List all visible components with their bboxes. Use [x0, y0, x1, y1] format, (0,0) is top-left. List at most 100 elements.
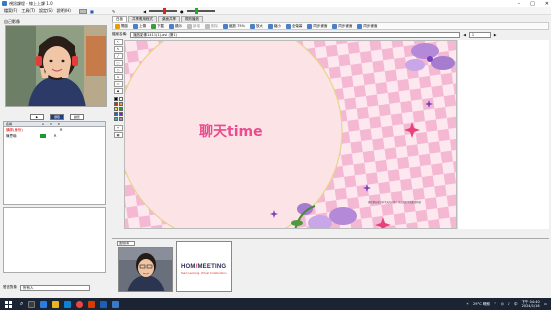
- thumbnail-slide[interactable]: HOM/MEETING Team Learning, Virtual Colla…: [176, 241, 232, 292]
- color-swatch-gray[interactable]: [118, 117, 123, 121]
- doc-label: 檔案名稱:: [112, 32, 128, 36]
- text-tool-icon[interactable]: A: [113, 74, 123, 80]
- prev-page-icon[interactable]: ◀: [463, 33, 466, 37]
- chat-log[interactable]: [3, 207, 106, 273]
- slider-knob[interactable]: [194, 8, 198, 14]
- network-icon[interactable]: ⌬: [501, 302, 504, 306]
- slider-knob[interactable]: [163, 8, 167, 14]
- fullscreen-button[interactable]: 全螢幕: [285, 23, 302, 29]
- upload-label: 上傳: [139, 23, 146, 28]
- mic-icon: ●: [180, 8, 184, 14]
- record-button[interactable]: [79, 8, 87, 14]
- col-video[interactable]: V: [48, 122, 56, 126]
- sync2-icon: [332, 23, 338, 29]
- mic-volume-slider[interactable]: [186, 8, 215, 14]
- new-page-icon: [187, 23, 192, 29]
- next-page-icon[interactable]: ▶: [494, 33, 497, 37]
- chevron-up-icon[interactable]: ⌃: [494, 302, 497, 306]
- meeting-app-icon[interactable]: [112, 300, 120, 308]
- zoom-out-button[interactable]: 縮小: [267, 23, 281, 29]
- zoom-button[interactable]: 縮放 75%: [223, 23, 245, 29]
- sync-button[interactable]: 同步畫面: [307, 23, 327, 29]
- menu-tools[interactable]: 工具(T): [21, 8, 35, 14]
- slide-title: 聊天time: [199, 124, 263, 140]
- whiteboard-canvas[interactable]: 聊天time 請在聊天室分享今天的心情！可以用文字或表情符號: [124, 40, 457, 229]
- thumbnail-video[interactable]: [118, 247, 173, 292]
- search-icon[interactable]: ⌕: [20, 300, 23, 308]
- color-swatch-cyan[interactable]: [113, 117, 118, 121]
- file-explorer-icon[interactable]: [52, 300, 60, 308]
- user-row[interactable]: 陳思瑜 R: [4, 133, 105, 139]
- taskbar: ⌕ ☀ 29°C 晴朗 ⌃ ⌬ ♪ 中 下午 04:40 2024/1/16 ▭: [0, 298, 551, 310]
- weather-text[interactable]: 29°C 晴朗: [473, 302, 490, 307]
- color-swatch-white[interactable]: [118, 97, 123, 101]
- pen-tool[interactable]: ✎: [112, 8, 115, 14]
- start-icon[interactable]: [5, 300, 12, 308]
- notification-icon[interactable]: ▭: [544, 302, 547, 306]
- open-button[interactable]: 開啟: [115, 23, 128, 29]
- select-tool-icon[interactable]: ↖: [113, 39, 123, 45]
- chrome-icon[interactable]: [76, 300, 84, 308]
- window-controls: – □ ✕: [518, 0, 549, 7]
- word-icon[interactable]: [100, 300, 108, 308]
- display-button[interactable]: 顯示: [169, 23, 182, 29]
- input-language[interactable]: 中: [514, 302, 518, 307]
- eraser-tool-icon[interactable]: ▭: [113, 81, 123, 87]
- sync-button-2[interactable]: 同步畫面: [332, 23, 352, 29]
- minimize-button[interactable]: –: [518, 1, 521, 7]
- line-width-icon[interactable]: ━: [113, 125, 123, 131]
- color-swatch-yellow[interactable]: [113, 107, 118, 111]
- clock[interactable]: 下午 04:40 2024/1/16: [521, 300, 539, 308]
- user-name: 陳思瑜: [6, 133, 17, 138]
- record-video-button[interactable]: 錄影: [70, 114, 84, 120]
- color-swatch-orange[interactable]: [118, 102, 123, 106]
- col-permission[interactable]: P: [56, 122, 64, 126]
- pen-icon: ✎: [112, 8, 116, 14]
- page-number-input[interactable]: 1: [468, 31, 491, 38]
- menu-help[interactable]: 說明(H): [57, 8, 71, 14]
- zoom-in-label: 放大: [255, 23, 263, 28]
- speaker-volume-slider[interactable]: [149, 8, 178, 14]
- left-panel: 自己影像 ▶ 擷取 錄影 名稱 A V P 講師(身份) R 陳思瑜 R 發言對…: [2, 16, 109, 298]
- chat-target-select[interactable]: 所有人: [20, 284, 90, 291]
- zoom-icon: [223, 23, 228, 29]
- audio-status: [40, 134, 46, 138]
- sync-button-3[interactable]: 同步畫面: [357, 23, 377, 29]
- col-name[interactable]: 名稱: [4, 122, 40, 126]
- pen-tool-icon[interactable]: ✎: [113, 46, 123, 52]
- sync-icon: [307, 23, 313, 29]
- slide-caption: 請在聊天室分享今天的心情！可以用文字或表情符號: [368, 201, 421, 204]
- snapshot-button[interactable]: 擷取: [50, 114, 64, 120]
- upload-icon: [133, 23, 138, 29]
- document-select[interactable]: 播放影像1411(1).avi (第1): [130, 31, 461, 38]
- line-tool-icon[interactable]: ╱: [113, 53, 123, 59]
- menu-settings[interactable]: 設定(S): [39, 8, 53, 14]
- color-swatch-black[interactable]: [113, 97, 118, 101]
- edge-icon[interactable]: [40, 300, 48, 308]
- delete-button[interactable]: 刪除: [205, 23, 218, 29]
- menu-file[interactable]: 檔案(F): [4, 8, 17, 14]
- store-icon[interactable]: [64, 300, 72, 308]
- zoom-in-button[interactable]: 放大: [249, 23, 263, 29]
- thumbnail-select[interactable]: 講師影像: [117, 241, 135, 246]
- color-swatch-red[interactable]: [113, 102, 118, 106]
- color-swatch-purple[interactable]: [118, 112, 123, 116]
- maximize-button[interactable]: □: [530, 1, 535, 7]
- task-view-icon[interactable]: [28, 300, 36, 308]
- system-tray: ☀ 29°C 晴朗 ⌃ ⌬ ♪ 中 下午 04:40 2024/1/16 ▭: [466, 298, 547, 310]
- powerpoint-icon[interactable]: [88, 300, 96, 308]
- new-page-button[interactable]: 新增: [187, 23, 200, 29]
- volume-icon[interactable]: ♪: [508, 302, 510, 306]
- ellipse-tool-icon[interactable]: ○: [113, 67, 123, 73]
- play-button[interactable]: ▶: [30, 114, 44, 120]
- grid-icon[interactable]: ▦: [113, 132, 123, 138]
- color-swatch-green[interactable]: [118, 107, 123, 111]
- rect-tool-icon[interactable]: □: [113, 60, 123, 66]
- col-audio[interactable]: A: [40, 122, 48, 126]
- new-page-label: 新增: [193, 23, 200, 28]
- upload-button[interactable]: 上傳: [133, 23, 146, 29]
- color-swatch-blue[interactable]: [113, 112, 118, 116]
- fill-tool-icon[interactable]: ◆: [113, 88, 123, 94]
- close-button[interactable]: ✕: [545, 1, 549, 7]
- download-button[interactable]: 下載: [151, 23, 164, 29]
